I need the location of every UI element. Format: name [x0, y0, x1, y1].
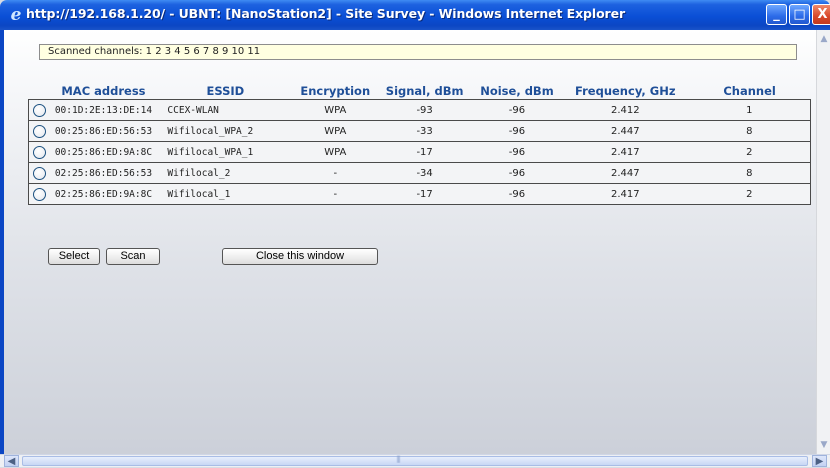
internet-explorer-icon: e	[10, 5, 22, 25]
row-radio-cell[interactable]	[28, 120, 50, 142]
signal-cell: -93	[377, 99, 473, 121]
encryption-cell: -	[293, 183, 378, 205]
mac-cell: 02:25:86:ED:56:53	[49, 162, 158, 184]
noise-cell: -96	[472, 120, 562, 142]
minimize-button[interactable]: _	[766, 4, 787, 25]
scroll-up-icon[interactable]: ▲	[818, 32, 830, 46]
encryption-cell: WPA	[293, 120, 378, 142]
noise-cell: -96	[472, 141, 562, 163]
signal-cell: -17	[377, 141, 473, 163]
scanned-channels-box: Scanned channels: 1 2 3 4 5 6 7 8 9 10 1…	[39, 44, 797, 60]
channel-cell: 8	[688, 120, 811, 142]
scroll-left-icon[interactable]: ◀	[4, 455, 19, 467]
table-row[interactable]: 02:25:86:ED:56:53 Wifilocal_2 - -34 -96 …	[28, 162, 811, 184]
header-signal: Signal, dBm	[385, 83, 464, 98]
header-encryption: Encryption	[300, 83, 371, 98]
table-row[interactable]: 00:25:86:ED:9A:8C Wifilocal_WPA_1 WPA -1…	[28, 141, 811, 163]
close-icon: X	[817, 7, 828, 22]
header-channel: Channel	[723, 83, 776, 98]
channel-cell: 1	[688, 99, 811, 121]
table-row[interactable]: 00:1D:2E:13:DE:14 CCEX-WLAN WPA -93 -96 …	[28, 99, 811, 121]
noise-cell: -96	[472, 162, 562, 184]
header-select	[29, 82, 50, 100]
header-frequency: Frequency, GHz	[575, 83, 676, 98]
essid-cell: Wifilocal_1	[157, 183, 294, 205]
scroll-down-icon[interactable]: ▼	[818, 438, 830, 452]
frequency-cell: 2.447	[561, 120, 689, 142]
header-noise: Noise, dBm	[480, 83, 554, 98]
row-select-radio[interactable]	[32, 124, 46, 138]
essid-cell: Wifilocal_WPA_2	[157, 120, 294, 142]
site-survey-table: MAC address ESSID Encryption Signal, dBm…	[28, 82, 811, 205]
header-mac-address: MAC address	[61, 83, 146, 98]
frequency-cell: 2.447	[561, 162, 689, 184]
channel-cell: 2	[688, 141, 811, 163]
scan-button[interactable]: Scan	[106, 248, 160, 265]
essid-cell: Wifilocal_2	[157, 162, 294, 184]
window-titlebar: e http://192.168.1.20/ - UBNT: [NanoStat…	[0, 0, 830, 30]
essid-cell: Wifilocal_WPA_1	[157, 141, 294, 163]
frequency-cell: 2.417	[561, 141, 689, 163]
page-content: Scanned channels: 1 2 3 4 5 6 7 8 9 10 1…	[0, 30, 816, 454]
frequency-cell: 2.417	[561, 183, 689, 205]
scroll-right-icon[interactable]: ▶	[812, 455, 827, 467]
row-select-radio[interactable]	[32, 145, 46, 159]
header-essid: ESSID	[206, 83, 245, 98]
select-button[interactable]: Select	[48, 248, 100, 265]
scrollbar-grip-icon: |||	[395, 455, 401, 463]
encryption-cell: -	[293, 162, 378, 184]
row-radio-cell[interactable]	[28, 141, 50, 163]
row-radio-cell[interactable]	[28, 162, 50, 184]
table-row[interactable]: 02:25:86:ED:9A:8C Wifilocal_1 - -17 -96 …	[28, 183, 811, 205]
frequency-cell: 2.412	[561, 99, 689, 121]
horizontal-scrollbar[interactable]: ◀ ||| ▶	[0, 454, 830, 467]
signal-cell: -17	[377, 183, 473, 205]
close-this-window-button[interactable]: Close this window	[222, 248, 378, 265]
mac-cell: 02:25:86:ED:9A:8C	[49, 183, 158, 205]
noise-cell: -96	[472, 183, 562, 205]
mac-cell: 00:25:86:ED:9A:8C	[49, 141, 158, 163]
maximize-button[interactable]: □	[789, 4, 810, 25]
maximize-icon: □	[793, 7, 806, 22]
row-select-radio[interactable]	[32, 166, 46, 180]
vertical-scrollbar[interactable]: ▲ ▼	[816, 30, 830, 454]
mac-cell: 00:25:86:ED:56:53	[49, 120, 158, 142]
row-radio-cell[interactable]	[28, 183, 50, 205]
noise-cell: -96	[472, 99, 562, 121]
mac-cell: 00:1D:2E:13:DE:14	[49, 99, 158, 121]
channel-cell: 2	[688, 183, 811, 205]
scrollbar-thumb[interactable]	[22, 456, 808, 466]
channel-cell: 8	[688, 162, 811, 184]
encryption-cell: WPA	[293, 141, 378, 163]
window-title: http://192.168.1.20/ - UBNT: [NanoStatio…	[26, 6, 626, 21]
table-row[interactable]: 00:25:86:ED:56:53 Wifilocal_WPA_2 WPA -3…	[28, 120, 811, 142]
close-window-button[interactable]: X	[812, 4, 830, 25]
row-radio-cell[interactable]	[28, 99, 50, 121]
essid-cell: CCEX-WLAN	[157, 99, 294, 121]
row-select-radio[interactable]	[32, 103, 46, 117]
signal-cell: -34	[377, 162, 473, 184]
signal-cell: -33	[377, 120, 473, 142]
table-header-row: MAC address ESSID Encryption Signal, dBm…	[29, 82, 811, 100]
minimize-icon: _	[773, 7, 780, 22]
encryption-cell: WPA	[293, 99, 378, 121]
row-select-radio[interactable]	[32, 187, 46, 201]
